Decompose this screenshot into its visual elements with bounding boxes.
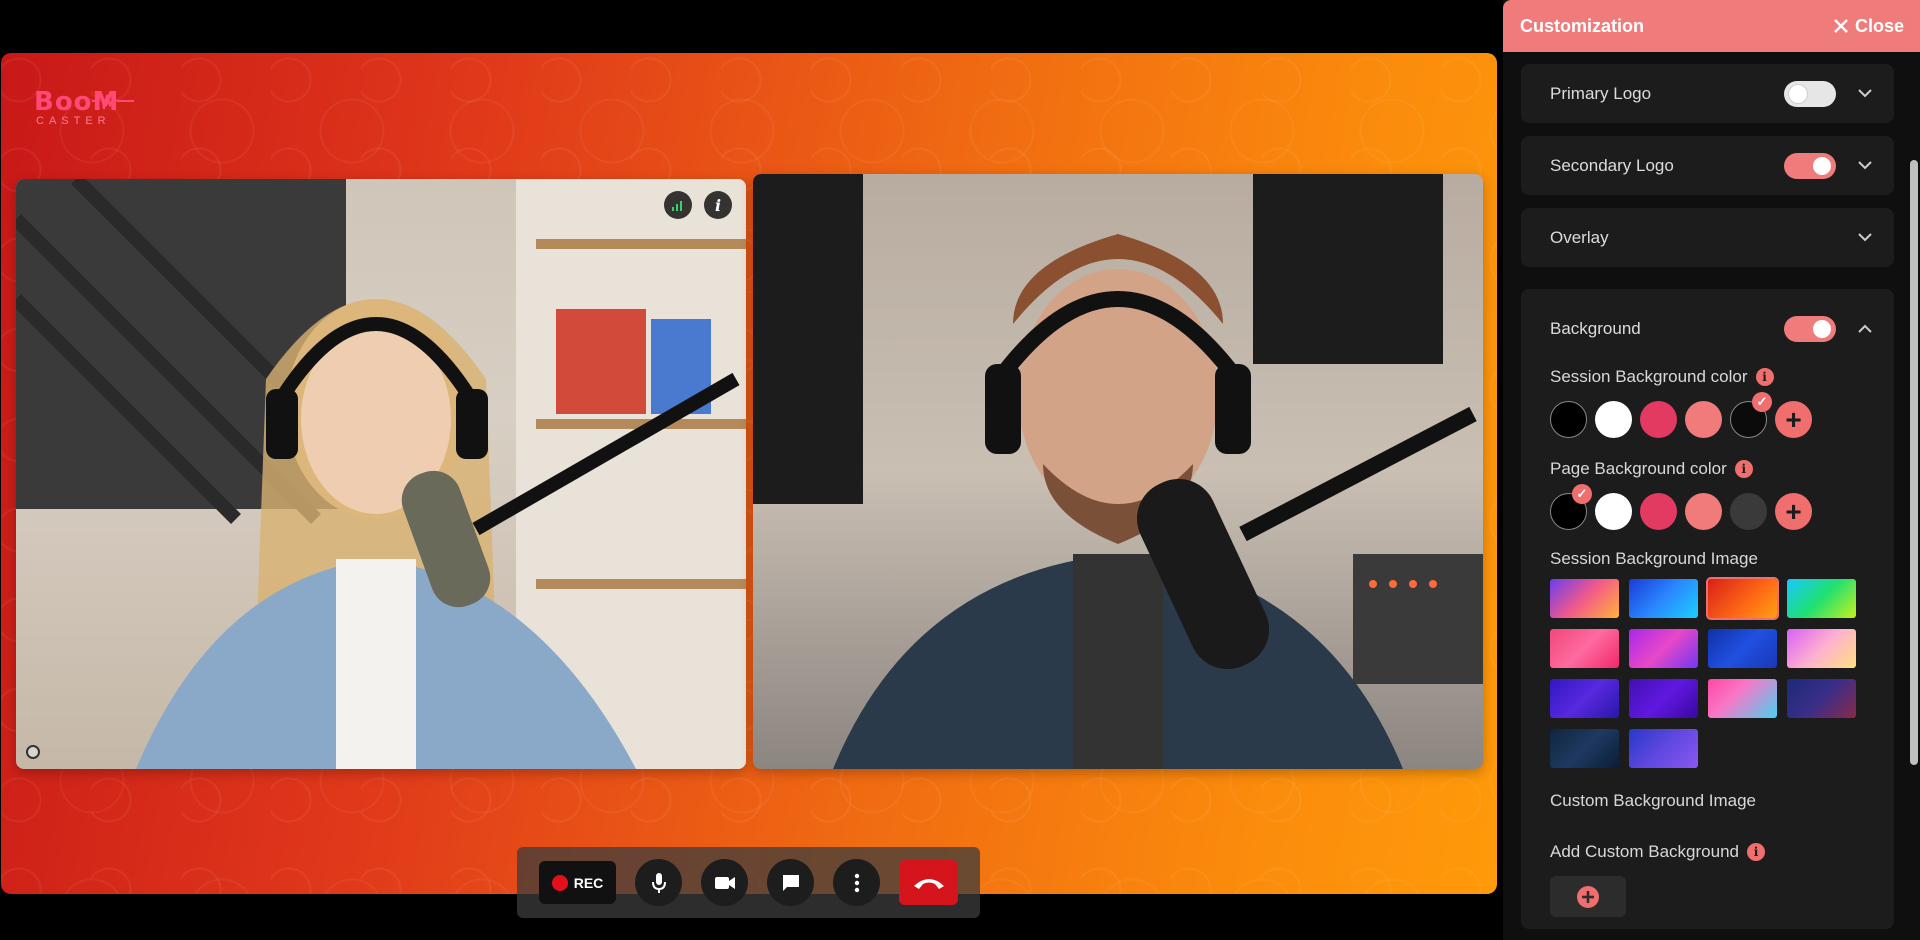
chevron-down-icon[interactable] — [1858, 89, 1872, 98]
background-thumbnail[interactable] — [1708, 629, 1777, 668]
checkmark-icon: ✓ — [1752, 392, 1772, 412]
session-color-add-color-button[interactable]: + — [1775, 401, 1812, 438]
page-color-swatch[interactable] — [1640, 493, 1677, 530]
session-bg-image-label: Session Background Image — [1550, 549, 1758, 568]
section-label: Overlay — [1550, 227, 1609, 247]
section-label: Background — [1550, 318, 1641, 338]
info-icon[interactable]: i — [1734, 460, 1753, 478]
close-label: Close — [1854, 15, 1904, 36]
checkmark-icon: ✓ — [1572, 484, 1592, 504]
video-feed — [753, 174, 1483, 769]
section-background: Background Session Background color i ✓ +… — [1521, 289, 1894, 929]
page-color-swatch[interactable] — [1595, 493, 1632, 530]
app-root: BooM CASTER i REC Customization Close Pr… — [0, 0, 1920, 940]
session-color-swatch[interactable] — [1640, 401, 1677, 438]
panel-title: Customization — [1520, 15, 1644, 36]
background-thumbnail[interactable] — [1629, 729, 1698, 768]
background-thumbnail[interactable] — [1787, 679, 1856, 718]
section-overlay[interactable]: Overlay — [1521, 208, 1894, 267]
background-thumbnail[interactable] — [1550, 579, 1619, 618]
background-thumbnail[interactable] — [1629, 679, 1698, 718]
close-icon — [1834, 19, 1848, 33]
info-icon[interactable]: i — [1747, 843, 1765, 861]
session-color-swatch[interactable]: ✓ — [1730, 392, 1772, 438]
section-primary-logo[interactable]: Primary Logo — [1521, 64, 1894, 123]
more-vertical-icon — [854, 873, 859, 892]
video-camera-icon — [714, 876, 735, 889]
page-color-add-color-button[interactable]: + — [1775, 493, 1812, 530]
session-color-swatches: ✓ + — [1550, 392, 1812, 438]
session-color-swatch[interactable] — [1595, 401, 1632, 438]
plus-circle-icon — [1577, 885, 1599, 908]
background-thumbnail[interactable] — [1708, 679, 1777, 718]
background-thumbnail[interactable] — [1787, 629, 1856, 668]
record-dot-icon — [551, 874, 568, 891]
camera-button[interactable] — [701, 859, 748, 906]
chat-icon — [782, 874, 799, 891]
soundwave-icon — [92, 91, 134, 110]
participant-video-left[interactable]: i — [16, 179, 746, 769]
boomcaster-logo: BooM CASTER — [34, 87, 134, 129]
background-thumbnail[interactable] — [1706, 577, 1779, 620]
chevron-up-icon[interactable] — [1858, 324, 1872, 333]
chevron-down-icon[interactable] — [1858, 233, 1872, 242]
session-color-swatch[interactable] — [1550, 401, 1587, 438]
panel-header: Customization Close — [1503, 0, 1920, 52]
logo-text-bottom: CASTER — [36, 115, 111, 127]
background-thumbnail[interactable] — [1629, 629, 1698, 668]
hang-up-icon — [913, 878, 944, 889]
add-custom-bg-label: Add Custom Background i — [1550, 842, 1765, 862]
add-custom-background-button[interactable] — [1550, 876, 1626, 917]
background-toggle[interactable] — [1784, 315, 1836, 342]
section-label: Secondary Logo — [1550, 155, 1674, 175]
chevron-down-icon[interactable] — [1858, 161, 1872, 170]
secondary-logo-toggle[interactable] — [1784, 152, 1836, 179]
background-thumbnail[interactable] — [1550, 679, 1619, 718]
page-color-swatch[interactable]: ✓ — [1550, 484, 1592, 530]
page-bg-color-label: Page Background color i — [1550, 459, 1753, 479]
background-thumbnail[interactable] — [1629, 579, 1698, 618]
end-call-button[interactable] — [899, 860, 958, 905]
participant-video-right[interactable] — [753, 174, 1483, 769]
microphone-button[interactable] — [635, 859, 682, 906]
call-controls: REC — [517, 847, 980, 918]
background-thumbnail[interactable] — [1550, 729, 1619, 768]
panel-scrollbar[interactable] — [1910, 160, 1918, 765]
background-thumbnail[interactable] — [1787, 579, 1856, 618]
page-color-swatch[interactable] — [1685, 493, 1722, 530]
custom-bg-image-label: Custom Background Image — [1550, 791, 1756, 810]
page-color-swatch[interactable] — [1730, 493, 1767, 530]
background-image-grid — [1550, 577, 1880, 768]
microphone-icon — [651, 872, 666, 893]
video-feed — [16, 179, 746, 769]
section-secondary-logo[interactable]: Secondary Logo — [1521, 136, 1894, 195]
close-button[interactable]: Close — [1833, 16, 1904, 37]
primary-logo-toggle[interactable] — [1784, 80, 1836, 107]
page-color-swatches: ✓ + — [1550, 484, 1812, 530]
session-bg-color-label: Session Background color i — [1550, 367, 1774, 387]
signal-strength-icon[interactable] — [664, 191, 692, 219]
record-label: REC — [573, 874, 604, 891]
customization-panel: Customization Close Primary Logo Seconda… — [1503, 0, 1920, 940]
chat-button[interactable] — [767, 859, 814, 906]
record-button[interactable]: REC — [539, 861, 616, 904]
section-label: Primary Logo — [1550, 83, 1652, 103]
session-stage: BooM CASTER i — [1, 53, 1497, 894]
background-thumbnail[interactable] — [1550, 629, 1619, 668]
info-icon[interactable]: i — [1755, 368, 1774, 386]
more-options-button[interactable] — [833, 859, 880, 906]
info-icon[interactable]: i — [704, 191, 732, 219]
session-color-swatch[interactable] — [1685, 401, 1722, 438]
participant-status-icon — [26, 745, 40, 759]
